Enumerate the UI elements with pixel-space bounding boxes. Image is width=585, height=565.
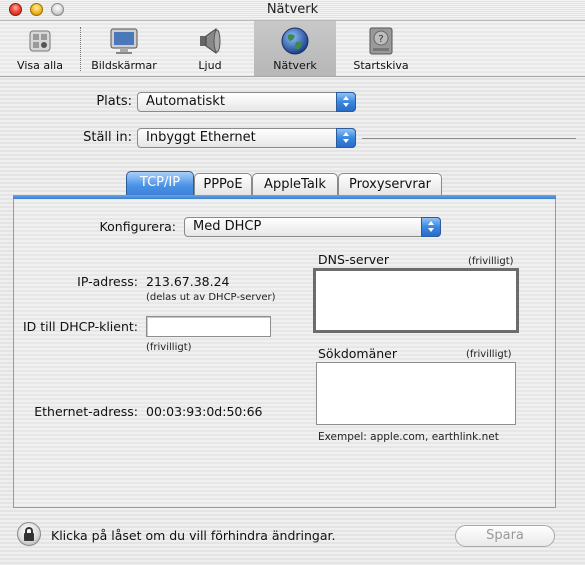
toolbar: Visa alla Bildskärmar Ljud Nätverk ? Sta… bbox=[0, 21, 585, 77]
dhcp-client-id-input[interactable] bbox=[146, 316, 271, 337]
toolbar-item-displays[interactable]: Bildskärmar bbox=[86, 21, 162, 76]
svg-text:?: ? bbox=[378, 34, 383, 45]
speaker-icon bbox=[194, 25, 226, 57]
dns-servers-optional: (frivilligt) bbox=[468, 256, 514, 267]
network-preferences-window: Nätverk Visa alla Bildskärmar Ljud Nätve… bbox=[0, 0, 585, 565]
popup-arrows-icon bbox=[336, 128, 356, 148]
toolbar-label: Startskiva bbox=[353, 59, 409, 72]
tab-panel-accent bbox=[13, 195, 556, 199]
globe-icon bbox=[279, 25, 311, 57]
search-domains-label: Sökdomäner bbox=[318, 346, 397, 361]
location-popup[interactable]: Automatiskt bbox=[137, 92, 356, 112]
popup-arrows-icon bbox=[421, 217, 441, 237]
disk-icon: ? bbox=[365, 25, 397, 57]
toolbar-label: Nätverk bbox=[273, 59, 317, 72]
dns-servers-field[interactable] bbox=[313, 268, 519, 333]
dhcp-client-id-label: ID till DHCP-klient: bbox=[22, 319, 138, 334]
dhcp-client-id-note: (frivilligt) bbox=[146, 342, 192, 353]
show-label: Ställ in: bbox=[83, 130, 132, 145]
apple-panel-icon bbox=[24, 25, 56, 57]
ip-address-label: IP-adress: bbox=[77, 274, 138, 289]
save-button[interactable]: Spara bbox=[455, 525, 555, 547]
tab-pppoe[interactable]: PPPoE bbox=[194, 173, 252, 195]
toolbar-label: Visa alla bbox=[17, 59, 63, 72]
ethernet-address-value: 00:03:93:0d:50:66 bbox=[146, 404, 263, 419]
toolbar-item-show-all[interactable]: Visa alla bbox=[6, 21, 74, 76]
title-bar[interactable]: Nätverk bbox=[0, 0, 585, 21]
search-domains-field[interactable] bbox=[316, 362, 516, 425]
show-value: Inbyggt Ethernet bbox=[146, 130, 256, 145]
toolbar-label: Ljud bbox=[198, 59, 222, 72]
ip-address-value: 213.67.38.24 bbox=[146, 274, 230, 289]
configure-label: Konfigurera: bbox=[99, 219, 176, 234]
toolbar-item-network[interactable]: Nätverk bbox=[254, 21, 336, 76]
location-label: Plats: bbox=[96, 94, 132, 109]
toolbar-separator bbox=[80, 27, 81, 71]
separator-line bbox=[362, 138, 576, 139]
popup-arrows-icon bbox=[336, 92, 356, 112]
lock-button[interactable] bbox=[17, 522, 41, 546]
tab-tcpip[interactable]: TCP/IP bbox=[126, 171, 194, 197]
location-value: Automatiskt bbox=[146, 94, 225, 109]
search-domains-example: Exempel: apple.com, earthlink.net bbox=[318, 431, 499, 443]
toolbar-item-sound[interactable]: Ljud bbox=[176, 21, 244, 76]
configure-popup[interactable]: Med DHCP bbox=[184, 217, 441, 237]
lock-icon-body bbox=[24, 533, 34, 541]
toolbar-label: Bildskärmar bbox=[91, 59, 157, 72]
lock-instructions: Klicka på låset om du vill förhindra änd… bbox=[51, 528, 336, 543]
ip-address-note: (delas ut av DHCP-server) bbox=[146, 292, 276, 303]
tab-appletalk[interactable]: AppleTalk bbox=[252, 173, 338, 195]
ethernet-address-label: Ethernet-adress: bbox=[34, 404, 138, 419]
window-title: Nätverk bbox=[266, 2, 319, 17]
monitor-icon bbox=[108, 25, 140, 57]
configure-value: Med DHCP bbox=[193, 219, 262, 234]
dns-servers-label: DNS-server bbox=[318, 252, 389, 267]
tab-proxies[interactable]: Proxyservrar bbox=[338, 173, 442, 195]
search-domains-optional: (frivilligt) bbox=[466, 349, 512, 360]
toolbar-item-startup-disk[interactable]: ? Startskiva bbox=[344, 21, 418, 76]
show-popup[interactable]: Inbyggt Ethernet bbox=[137, 128, 356, 148]
